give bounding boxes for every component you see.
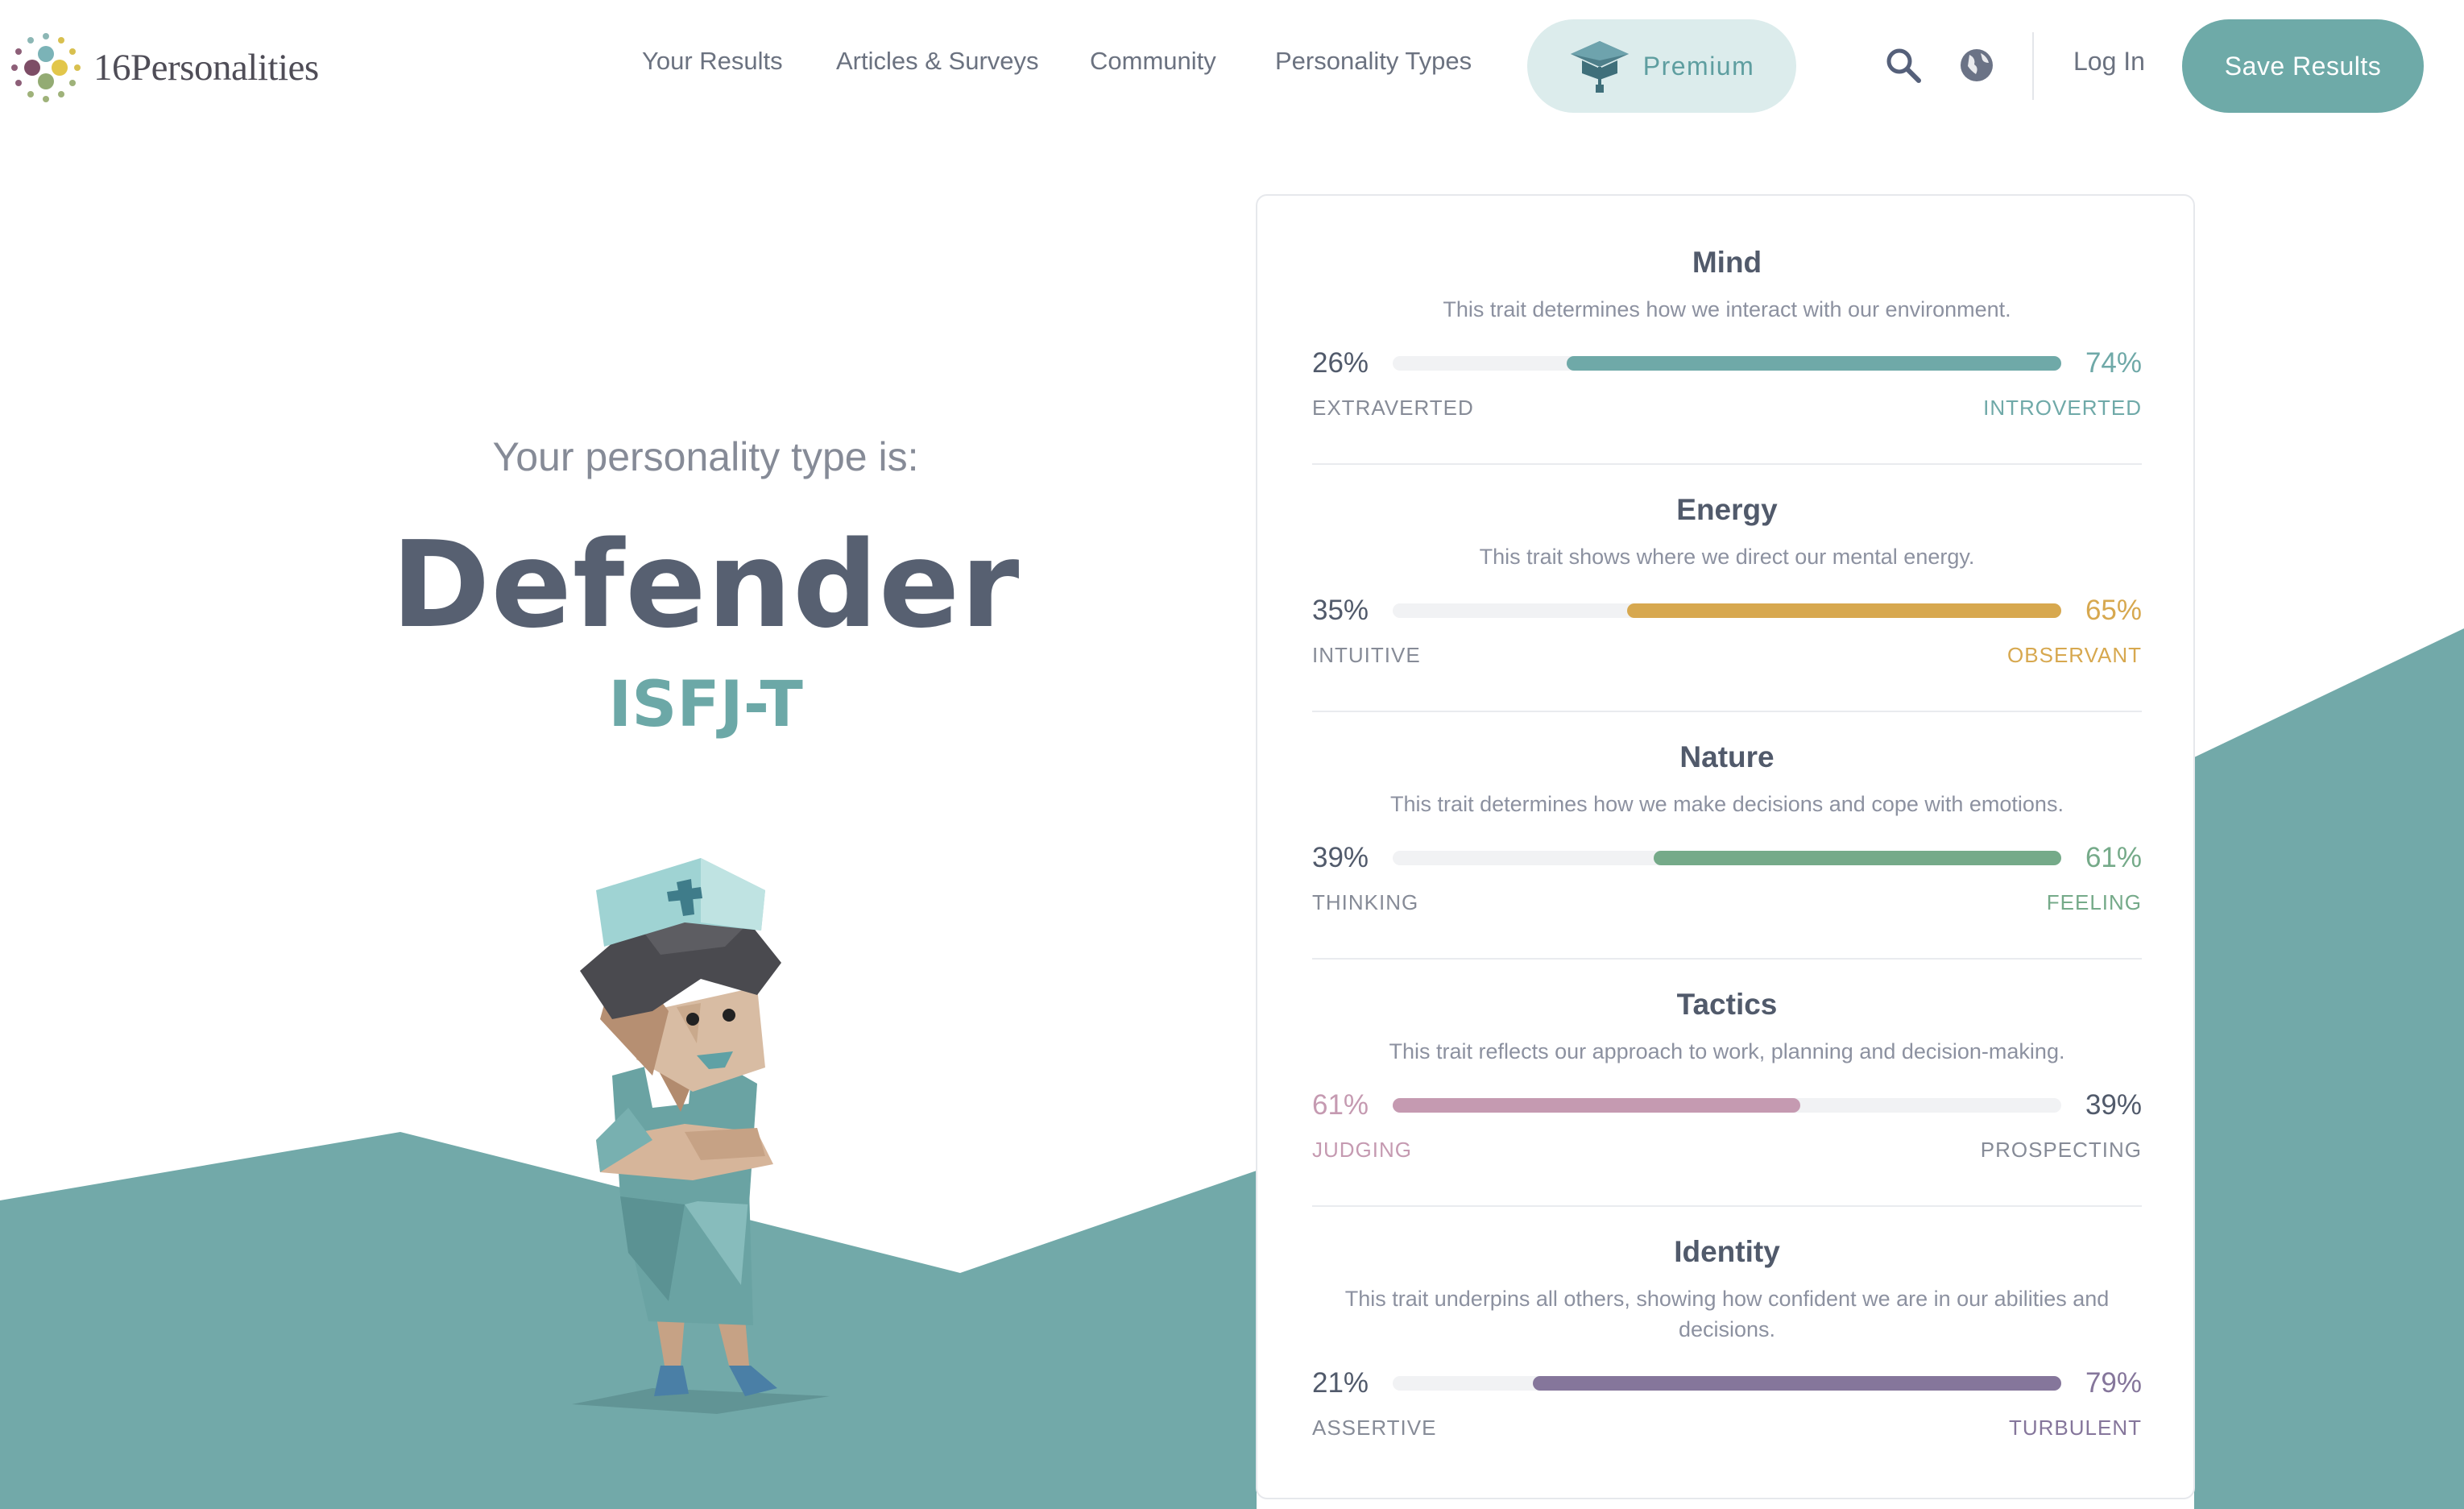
- trait-labels: ASSERTIVE TURBULENT: [1312, 1416, 2142, 1443]
- trait-title: Identity: [1674, 1235, 1780, 1268]
- trait-description: This trait shows where we direct our men…: [1479, 545, 1975, 569]
- trait-divider: [1312, 711, 2142, 712]
- trait-description: This trait determines how we interact wi…: [1443, 297, 2011, 321]
- trait-right-label: FEELING: [2046, 890, 2142, 914]
- trait-left-percent: 35%: [1312, 595, 1369, 626]
- trait-right-percent: 39%: [2085, 1089, 2142, 1121]
- hero-subtitle: Your personality type is:: [492, 434, 919, 479]
- trait-labels: INTUITIVE OBSERVANT: [1312, 643, 2142, 670]
- trait-progress-track: [1393, 1376, 2061, 1391]
- trait-nature[interactable]: Nature This trait determines how we make …: [1312, 740, 2142, 918]
- trait-labels: THINKING FEELING: [1312, 890, 2142, 918]
- trait-description: This trait reflects our approach to work…: [1389, 1039, 2065, 1063]
- trait-bar-row: 39% 61%: [1312, 839, 2142, 877]
- trait-title: Mind: [1692, 246, 1762, 279]
- trait-divider: [1312, 463, 2142, 465]
- defender-character-illustration: [572, 858, 830, 1414]
- trait-divider: [1312, 958, 2142, 960]
- trait-bar-row: 61% 39%: [1312, 1086, 2142, 1125]
- trait-title: Nature: [1679, 740, 1774, 773]
- nav-personality-types[interactable]: Personality Types: [1275, 47, 1472, 76]
- traits-card: Mind This trait determines how we interac…: [1256, 194, 2195, 1499]
- trait-mind[interactable]: Mind This trait determines how we interac…: [1312, 246, 2142, 423]
- nav-your-results[interactable]: Your Results: [642, 47, 783, 76]
- globe-icon[interactable]: [1958, 47, 1995, 84]
- trait-labels: JUDGING PROSPECTING: [1312, 1138, 2142, 1165]
- login-link[interactable]: Log In: [2073, 47, 2145, 77]
- trait-left-percent: 26%: [1312, 347, 1369, 379]
- trait-description: This trait determines how we make decisi…: [1390, 792, 2064, 816]
- trait-left-percent: 39%: [1312, 842, 1369, 873]
- header-divider: [2032, 32, 2034, 100]
- trait-description: This trait underpins all others, showing…: [1344, 1287, 2110, 1341]
- trait-left-percent: 61%: [1312, 1089, 1369, 1121]
- trait-progress-track: [1393, 603, 2061, 618]
- trait-left-label: EXTRAVERTED: [1312, 396, 1474, 420]
- logo[interactable]: 16Personalities: [8, 27, 319, 108]
- search-icon[interactable]: [1885, 47, 1922, 84]
- trait-right-percent: 74%: [2085, 347, 2142, 379]
- logo-dots-icon: [11, 33, 81, 102]
- trait-progress-fill: [1533, 1376, 2061, 1391]
- personality-type-code: ISFJ-T: [608, 669, 803, 741]
- trait-energy[interactable]: Energy This trait shows where we direct o…: [1312, 493, 2142, 670]
- trait-labels: EXTRAVERTED INTROVERTED: [1312, 396, 2142, 423]
- premium-button[interactable]: Premium: [1527, 19, 1796, 113]
- trait-divider: [1312, 1205, 2142, 1207]
- trait-progress-fill: [1626, 603, 2061, 618]
- personality-type-name: Defender: [391, 516, 1021, 654]
- trait-left-percent: 21%: [1312, 1367, 1369, 1399]
- nav-community[interactable]: Community: [1090, 47, 1216, 76]
- trait-right-percent: 79%: [2085, 1367, 2142, 1399]
- trait-progress-track: [1393, 1098, 2061, 1113]
- trait-bar-row: 35% 65%: [1312, 591, 2142, 630]
- premium-label: Premium: [1642, 51, 1755, 81]
- trait-identity[interactable]: Identity This trait underpins all others,…: [1312, 1235, 2142, 1443]
- trait-progress-fill: [1566, 356, 2061, 371]
- trait-right-percent: 61%: [2085, 842, 2142, 873]
- trait-left-label: THINKING: [1312, 890, 1419, 914]
- trait-bar-row: 26% 74%: [1312, 344, 2142, 383]
- trait-right-percent: 65%: [2085, 595, 2142, 626]
- logo-text: 16Personalities: [93, 47, 319, 89]
- trait-progress-fill: [1653, 851, 2061, 865]
- trait-left-label: INTUITIVE: [1312, 643, 1421, 667]
- trait-title: Energy: [1676, 493, 1778, 526]
- nav-articles-surveys[interactable]: Articles & Surveys: [836, 47, 1039, 76]
- graduation-cap-icon: [1570, 41, 1629, 93]
- trait-left-label: JUDGING: [1312, 1138, 1412, 1162]
- site-header: 16Personalities Your Results Articles & …: [0, 0, 2464, 133]
- trait-progress-fill: [1393, 1098, 1801, 1113]
- trait-progress-track: [1393, 851, 2061, 865]
- trait-tactics[interactable]: Tactics This trait reflects our approach …: [1312, 988, 2142, 1165]
- trait-right-label: OBSERVANT: [2007, 643, 2142, 667]
- trait-left-label: ASSERTIVE: [1312, 1416, 1437, 1440]
- save-results-button[interactable]: Save Results: [2182, 19, 2424, 113]
- trait-right-label: PROSPECTING: [1980, 1138, 2142, 1162]
- trait-right-label: INTROVERTED: [1983, 396, 2142, 420]
- trait-title: Tactics: [1676, 988, 1778, 1021]
- trait-progress-track: [1393, 356, 2061, 371]
- trait-bar-row: 21% 79%: [1312, 1364, 2142, 1403]
- trait-right-label: TURBULENT: [2008, 1416, 2142, 1440]
